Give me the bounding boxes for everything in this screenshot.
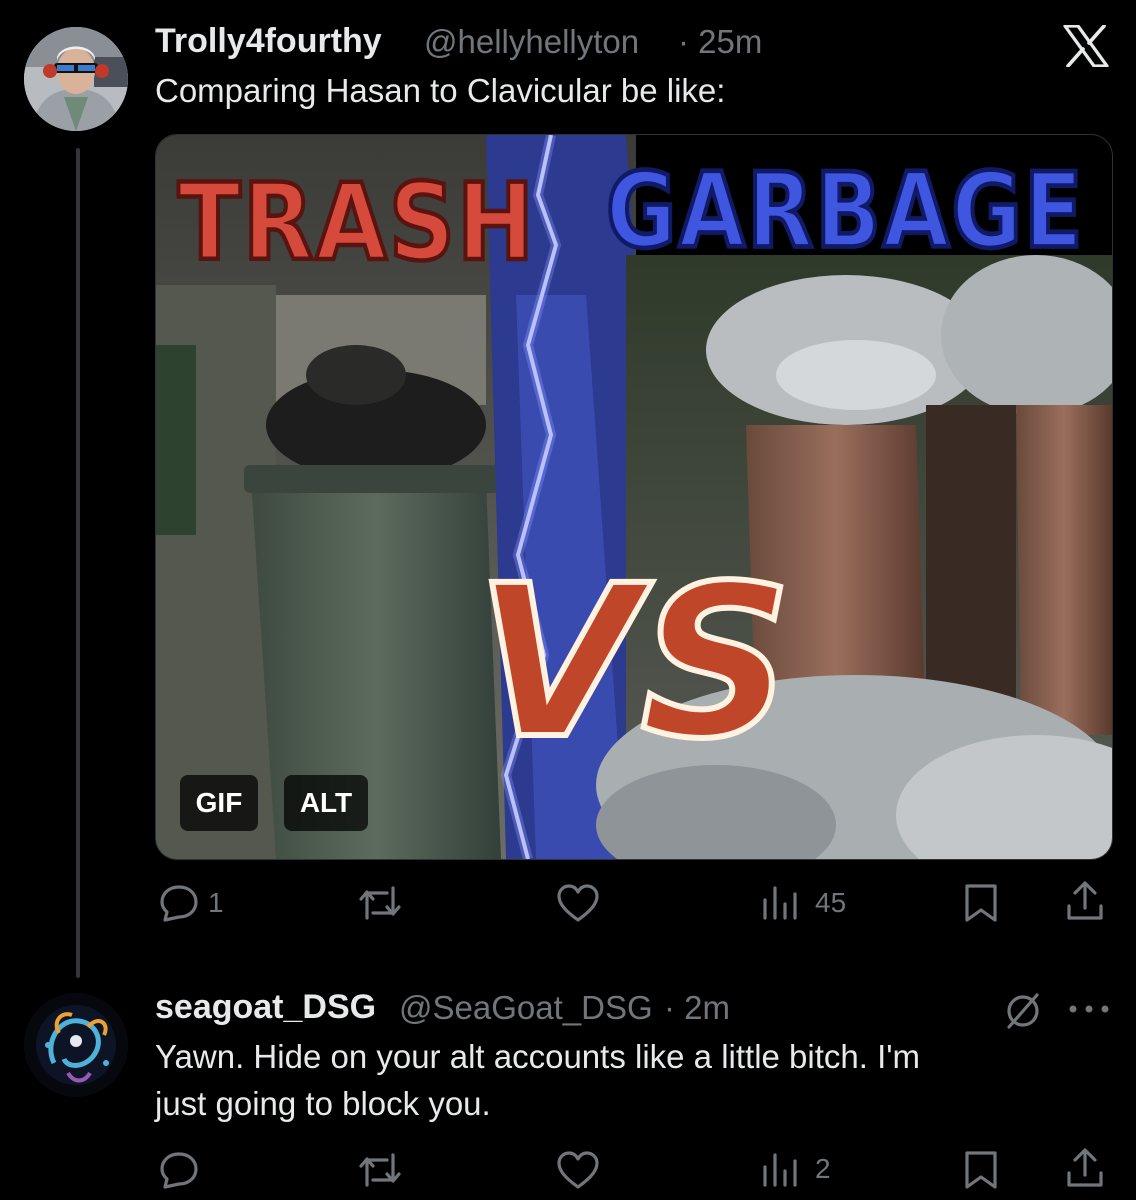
views-count: 45 — [815, 887, 847, 918]
reply-timestamp[interactable]: · 2m — [664, 989, 730, 1027]
reply-author-display-name[interactable]: seagoat_DSG — [155, 988, 376, 1027]
views-icon[interactable] — [761, 884, 801, 920]
views-count: 2 — [815, 1153, 831, 1184]
share-icon[interactable] — [1065, 1147, 1105, 1189]
tweet-timestamp[interactable]: · 25m — [678, 23, 762, 61]
repost-icon[interactable] — [357, 884, 403, 922]
reply-count: 1 — [208, 887, 224, 918]
grok-icon[interactable] — [1003, 991, 1043, 1031]
like-heart-icon[interactable] — [556, 883, 600, 923]
bookmark-icon[interactable] — [963, 883, 999, 923]
bookmark-icon[interactable] — [963, 1150, 999, 1190]
reply-text-line-1: Yawn. Hide on your alt accounts like a l… — [155, 1038, 921, 1075]
reply-author-handle[interactable]: @SeaGoat_DSG — [399, 989, 653, 1027]
alt-text-badge[interactable]: ALT — [284, 775, 368, 831]
more-options-icon[interactable] — [1067, 1003, 1111, 1015]
meme-text-garbage: GARBAGE — [606, 152, 1085, 272]
views-icon[interactable] — [761, 1151, 801, 1187]
author-avatar[interactable] — [24, 27, 128, 131]
reply-icon[interactable] — [159, 1151, 199, 1189]
meme-text-trash: TRASH — [178, 162, 536, 285]
reply-author-avatar[interactable] — [24, 993, 128, 1097]
gif-badge[interactable]: GIF — [180, 775, 258, 831]
reply-text-line-2: just going to block you. — [155, 1085, 491, 1122]
gif-frame-image: TRASH GARBAGE VS — [156, 135, 1112, 859]
meme-text-vs: VS — [476, 540, 794, 785]
thread-connector-line — [76, 148, 80, 978]
x-logo-icon[interactable] — [1063, 25, 1109, 67]
author-handle[interactable]: @hellyhellyton — [424, 23, 639, 61]
tweet-media-gif[interactable]: TRASH GARBAGE VS — [155, 134, 1113, 860]
like-heart-icon[interactable] — [556, 1150, 600, 1190]
tweet-text: Comparing Hasan to Clavicular be like: — [155, 72, 726, 109]
repost-icon[interactable] — [357, 1151, 403, 1189]
reply-icon[interactable] — [159, 884, 199, 922]
share-icon[interactable] — [1065, 880, 1105, 922]
author-display-name[interactable]: Trolly4fourthy — [155, 22, 382, 61]
